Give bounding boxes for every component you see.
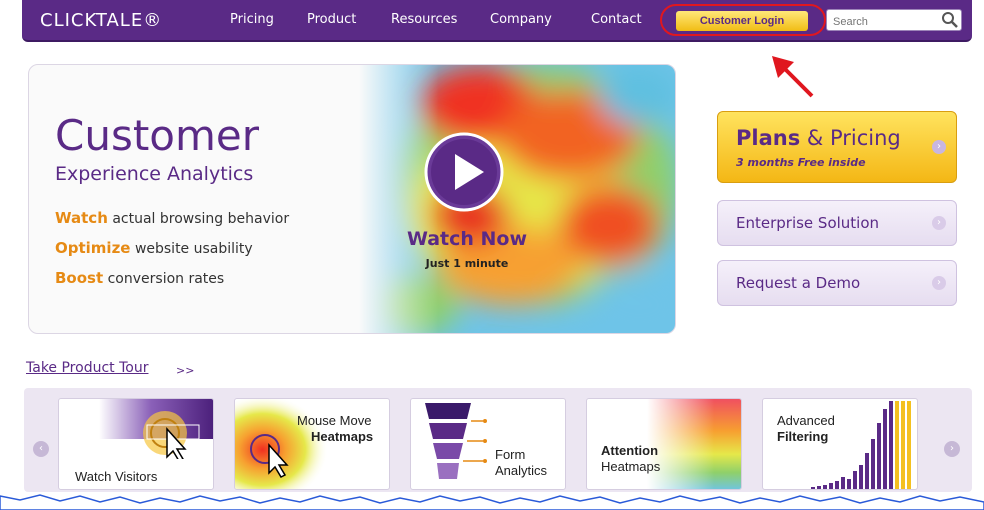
hero-subtitle: Experience Analytics <box>55 163 254 185</box>
card-label: Filtering <box>777 429 829 444</box>
bullet-keyword: Optimize <box>55 239 131 257</box>
card-attention-heatmaps[interactable]: Attention Heatmaps <box>586 398 742 490</box>
annotation-arrow-icon <box>772 56 814 98</box>
enterprise-solution-button[interactable]: Enterprise Solution › <box>717 200 957 246</box>
nav-contact[interactable]: Contact <box>591 12 642 27</box>
card-label: Heatmaps <box>601 459 661 474</box>
card-label: Analytics <box>495 463 548 478</box>
product-tour-link[interactable]: Take Product Tour <box>26 360 148 376</box>
carousel-prev-icon[interactable]: ‹ <box>33 441 49 457</box>
card-label: Watch Visitors <box>75 469 158 484</box>
visitor-thumbnail <box>99 399 213 459</box>
chevron-right-icon: › <box>932 276 946 290</box>
nav-pricing[interactable]: Pricing <box>230 12 274 27</box>
card-watch-visitors[interactable]: Watch Visitors <box>58 398 214 490</box>
play-icon[interactable] <box>424 132 504 212</box>
card-label: Attention <box>601 443 659 458</box>
bullet-boost: Boost conversion rates <box>55 269 224 287</box>
bullet-keyword: Watch <box>55 209 108 227</box>
nav-product[interactable]: Product <box>307 12 356 27</box>
plans-pricing-button[interactable]: Plans & Pricing 3 months Free inside › <box>717 111 957 183</box>
bullet-optimize: Optimize website usability <box>55 239 253 257</box>
watch-duration: Just 1 minute <box>425 257 509 270</box>
clicktale-logo[interactable]: CLICKTALE® <box>40 10 162 31</box>
plans-title: Plans & Pricing <box>736 126 901 150</box>
nav-resources[interactable]: Resources <box>391 12 457 27</box>
annotation-circle <box>660 4 826 36</box>
card-label: Form <box>495 447 526 462</box>
card-advanced-filtering[interactable]: Advanced Filtering <box>762 398 918 490</box>
card-mouse-move-heatmaps[interactable]: Mouse Move Heatmaps <box>234 398 390 490</box>
bullet-text: conversion rates <box>107 271 225 287</box>
heatmap-image <box>359 65 675 333</box>
torn-edge-decoration <box>0 494 984 510</box>
enterprise-label: Enterprise Solution <box>736 214 880 232</box>
chevron-right-icon: › <box>932 216 946 230</box>
bullet-text: actual browsing behavior <box>112 211 290 227</box>
request-demo-button[interactable]: Request a Demo › <box>717 260 957 306</box>
bullet-watch: Watch actual browsing behavior <box>55 209 289 227</box>
watch-now-link[interactable]: Watch Now <box>397 228 537 250</box>
chevron-right-icon: › <box>932 140 946 154</box>
plans-subtitle: 3 months Free inside <box>736 156 866 169</box>
card-label: Advanced <box>777 413 835 428</box>
carousel-next-icon[interactable]: › <box>944 441 960 457</box>
pricing-label: & Pricing <box>806 126 901 150</box>
hero-panel: Customer Experience Analytics Watch actu… <box>28 64 676 334</box>
demo-label: Request a Demo <box>736 274 861 292</box>
tour-arrows: >> <box>176 364 195 377</box>
nav-company[interactable]: Company <box>490 12 552 27</box>
card-label: Heatmaps <box>311 429 374 444</box>
hero-title: Customer <box>55 111 260 160</box>
search-icon[interactable] <box>940 10 960 30</box>
card-form-analytics[interactable]: Form Analytics <box>410 398 566 490</box>
card-label: Mouse Move <box>297 413 372 428</box>
bullet-text: website usability <box>134 241 253 257</box>
bullet-keyword: Boost <box>55 269 104 287</box>
plans-label: Plans <box>736 126 801 150</box>
